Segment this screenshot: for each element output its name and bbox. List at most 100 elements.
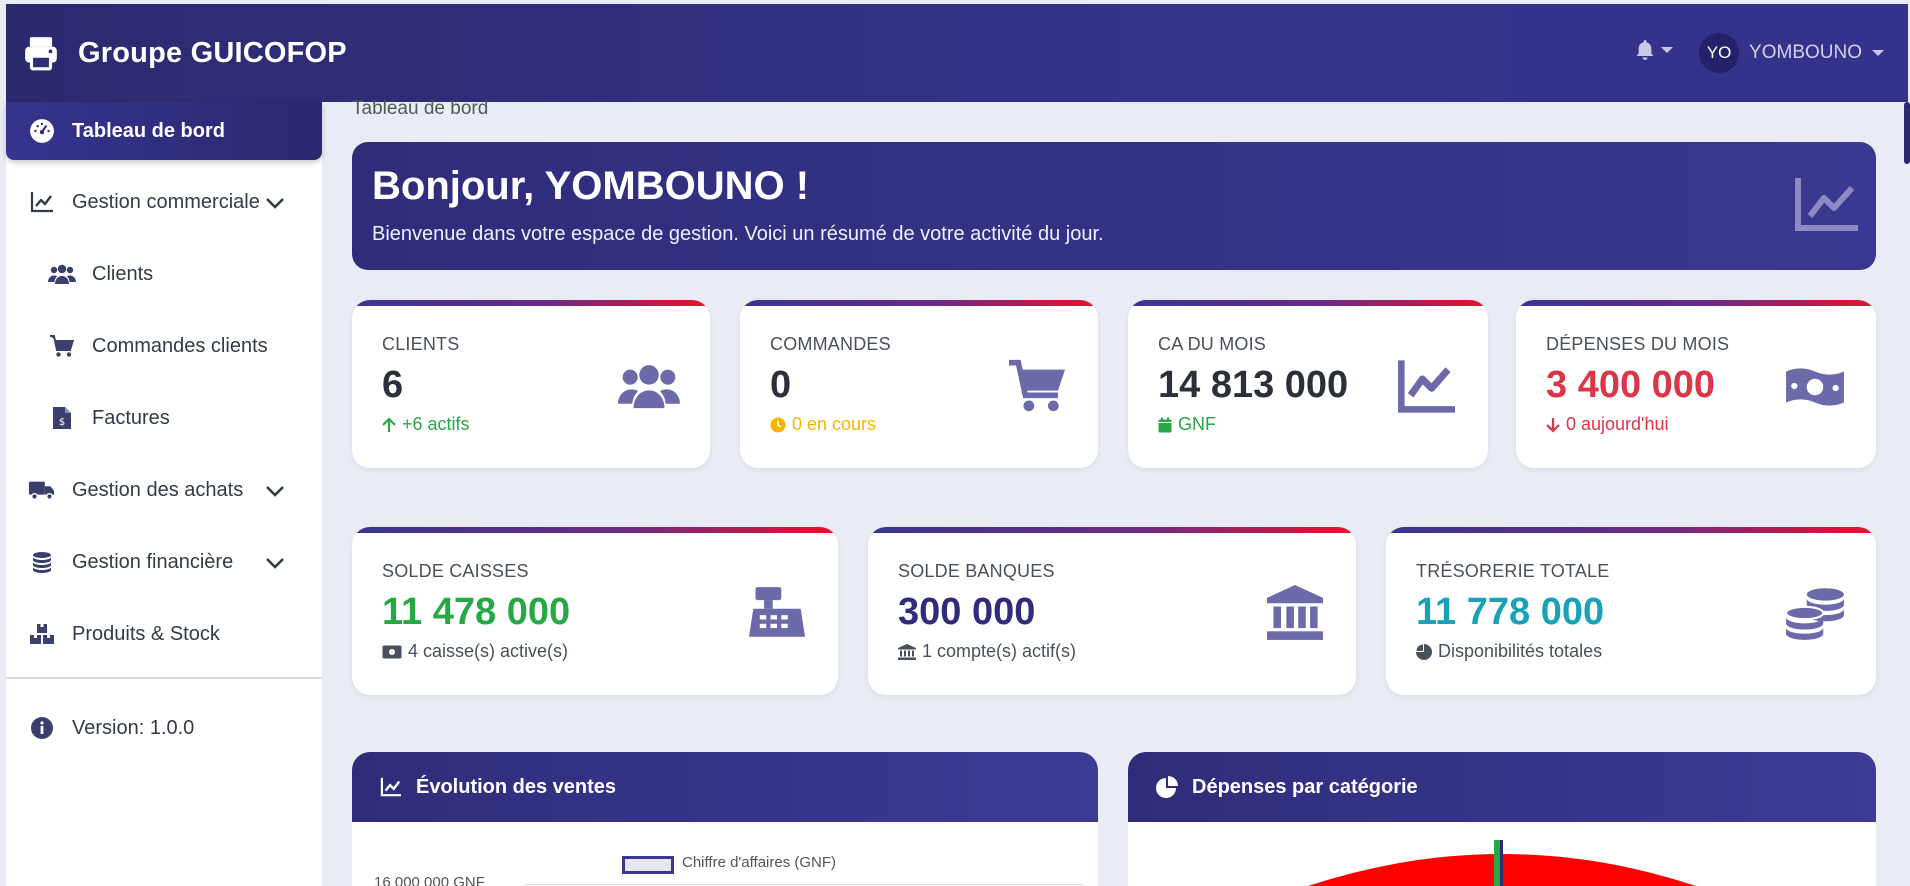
stat-sub-text: Disponibilités totales bbox=[1438, 641, 1603, 661]
stat-label: DÉPENSES DU MOIS bbox=[1546, 334, 1730, 354]
arrow-up-icon bbox=[382, 416, 396, 432]
stat-card-depenses-mois: DÉPENSES DU MOIS 3 400 000 0 aujourd'hui bbox=[1516, 300, 1876, 468]
sidebar-item-clients[interactable]: Clients bbox=[6, 252, 322, 296]
coins-icon bbox=[28, 548, 56, 576]
panel-title: Évolution des ventes bbox=[416, 775, 617, 798]
sidebar-item-label: Commandes clients bbox=[92, 334, 268, 357]
users-icon bbox=[48, 260, 76, 288]
version-info: Version: 1.0.0 bbox=[6, 706, 322, 750]
bank-icon bbox=[1267, 585, 1323, 640]
sidebar-item-gestion-commerciale[interactable]: Gestion commerciale bbox=[6, 180, 322, 224]
user-name: YOMBOUNO bbox=[1749, 42, 1862, 63]
stat-sub: +6 actifs bbox=[382, 414, 470, 435]
money-icon bbox=[382, 645, 402, 658]
sidebar-item-factures[interactable]: $ Factures bbox=[6, 396, 322, 440]
stat-label: CA DU MOIS bbox=[1158, 334, 1267, 354]
sales-chart-panel: Évolution des ventes Chiffre d'affaires … bbox=[352, 752, 1098, 886]
stat-label: SOLDE BANQUES bbox=[898, 561, 1055, 581]
sidebar-item-dashboard[interactable]: Tableau de bord bbox=[6, 102, 322, 160]
cart-icon bbox=[1009, 359, 1065, 412]
sidebar-item-gestion-financiere[interactable]: Gestion financière bbox=[6, 540, 322, 584]
chart-line-icon bbox=[380, 777, 401, 797]
version-label: Version: 1.0.0 bbox=[72, 716, 195, 739]
scrollbar[interactable] bbox=[1904, 102, 1910, 164]
chart-line-icon bbox=[28, 188, 56, 216]
stat-sub-text: GNF bbox=[1178, 414, 1216, 434]
sidebar-item-label: Produits & Stock bbox=[72, 622, 220, 645]
coins-icon bbox=[1785, 588, 1844, 640]
stat-value: 14 813 000 bbox=[1158, 364, 1349, 406]
pie-chart-icon bbox=[1156, 776, 1178, 798]
calendar-icon bbox=[1158, 417, 1172, 432]
stat-sub-text: 0 en cours bbox=[792, 414, 877, 434]
pie-slice[interactable] bbox=[1494, 840, 1500, 886]
stat-label: TRÉSORERIE TOTALE bbox=[1416, 561, 1610, 581]
stat-label: CLIENTS bbox=[382, 334, 460, 354]
welcome-subtitle: Bienvenue dans votre espace de gestion. … bbox=[372, 223, 1104, 245]
chevron-down-icon bbox=[266, 486, 284, 497]
sidebar-item-commandes-clients[interactable]: Commandes clients bbox=[6, 324, 322, 368]
chart-line-icon bbox=[1398, 360, 1455, 413]
notifications-toggle[interactable] bbox=[1635, 39, 1674, 61]
expenses-pie bbox=[1308, 840, 1696, 886]
printer-icon bbox=[25, 37, 57, 71]
grid-line bbox=[524, 884, 1084, 885]
stat-sub-text: 0 aujourd'hui bbox=[1566, 414, 1669, 434]
sidebar-divider bbox=[6, 677, 322, 679]
users-icon bbox=[618, 365, 680, 409]
breadcrumb: Tableau de bord bbox=[352, 98, 489, 119]
panel-title: Dépenses par catégorie bbox=[1192, 775, 1418, 798]
stat-card-clients: CLIENTS 6 +6 actifs bbox=[352, 300, 710, 468]
sidebar-item-label: Clients bbox=[92, 262, 154, 285]
avatar: YO bbox=[1699, 33, 1740, 73]
finance-card-caisses: SOLDE CAISSES 11 478 000 4 caisse(s) act… bbox=[352, 527, 838, 695]
pie-chart-icon bbox=[1416, 643, 1432, 660]
info-icon bbox=[28, 714, 56, 742]
main-content: Tableau de bord Bonjour, YOMBOUNO ! Bien… bbox=[322, 98, 1902, 886]
stat-sub-text: 4 caisse(s) active(s) bbox=[408, 641, 569, 661]
cash-register-icon bbox=[749, 587, 805, 637]
stat-sub: 4 caisse(s) active(s) bbox=[382, 641, 568, 662]
stat-value: 11 778 000 bbox=[1416, 591, 1605, 633]
sidebar-item-label: Gestion financière bbox=[72, 550, 234, 573]
user-menu[interactable]: YO YOMBOUNO bbox=[1699, 33, 1884, 73]
truck-icon bbox=[28, 476, 56, 504]
welcome-banner: Bonjour, YOMBOUNO ! Bienvenue dans votre… bbox=[352, 142, 1876, 270]
sidebar-item-gestion-achats[interactable]: Gestion des achats bbox=[6, 468, 322, 512]
stat-value: 300 000 bbox=[898, 591, 1036, 633]
stat-label: COMMANDES bbox=[770, 334, 891, 354]
sidebar-item-label: Tableau de bord bbox=[72, 119, 225, 142]
finance-card-banques: SOLDE BANQUES 300 000 1 compte(s) actif(… bbox=[868, 527, 1356, 695]
invoice-icon: $ bbox=[48, 404, 76, 432]
legend-label: Chiffre d'affaires (GNF) bbox=[682, 854, 837, 871]
chevron-down-icon bbox=[1872, 50, 1884, 56]
stat-label: SOLDE CAISSES bbox=[382, 561, 529, 581]
legend-swatch[interactable] bbox=[622, 856, 674, 874]
bank-icon bbox=[898, 643, 916, 660]
sidebar: Tableau de bord Gestion commerciale Clie… bbox=[6, 102, 322, 886]
y-axis-tick: 16 000 000 GNF bbox=[374, 874, 485, 886]
stat-sub-text: +6 actifs bbox=[402, 414, 470, 434]
money-icon bbox=[1786, 368, 1844, 406]
stat-sub: 1 compte(s) actif(s) bbox=[898, 641, 1076, 662]
brand-name: Groupe GUICOFOP bbox=[78, 36, 347, 69]
pie-slice[interactable] bbox=[1500, 840, 1503, 886]
stat-value: 3 400 000 bbox=[1546, 364, 1716, 406]
stat-card-ca-mois: CA DU MOIS 14 813 000 GNF bbox=[1128, 300, 1488, 468]
stat-sub: Disponibilités totales bbox=[1416, 641, 1602, 662]
clock-icon bbox=[770, 417, 786, 432]
stat-sub: 0 en cours bbox=[770, 414, 876, 435]
chevron-down-icon bbox=[1661, 47, 1674, 53]
sidebar-item-produits-stock[interactable]: Produits & Stock bbox=[6, 612, 322, 656]
sidebar-item-label: Gestion commerciale bbox=[72, 190, 260, 213]
chart-line-icon bbox=[1795, 178, 1858, 231]
boxes-icon bbox=[28, 620, 56, 648]
finance-card-tresorerie: TRÉSORERIE TOTALE 11 778 000 Disponibili… bbox=[1386, 527, 1876, 695]
chevron-down-icon bbox=[266, 198, 284, 209]
expenses-chart-panel: Dépenses par catégorie bbox=[1128, 752, 1876, 886]
sidebar-item-label: Factures bbox=[92, 406, 170, 429]
brand[interactable]: Groupe GUICOFOP bbox=[22, 34, 347, 72]
stat-sub: GNF bbox=[1158, 414, 1216, 435]
stat-value: 6 bbox=[382, 364, 404, 406]
bell-icon bbox=[1636, 40, 1654, 60]
